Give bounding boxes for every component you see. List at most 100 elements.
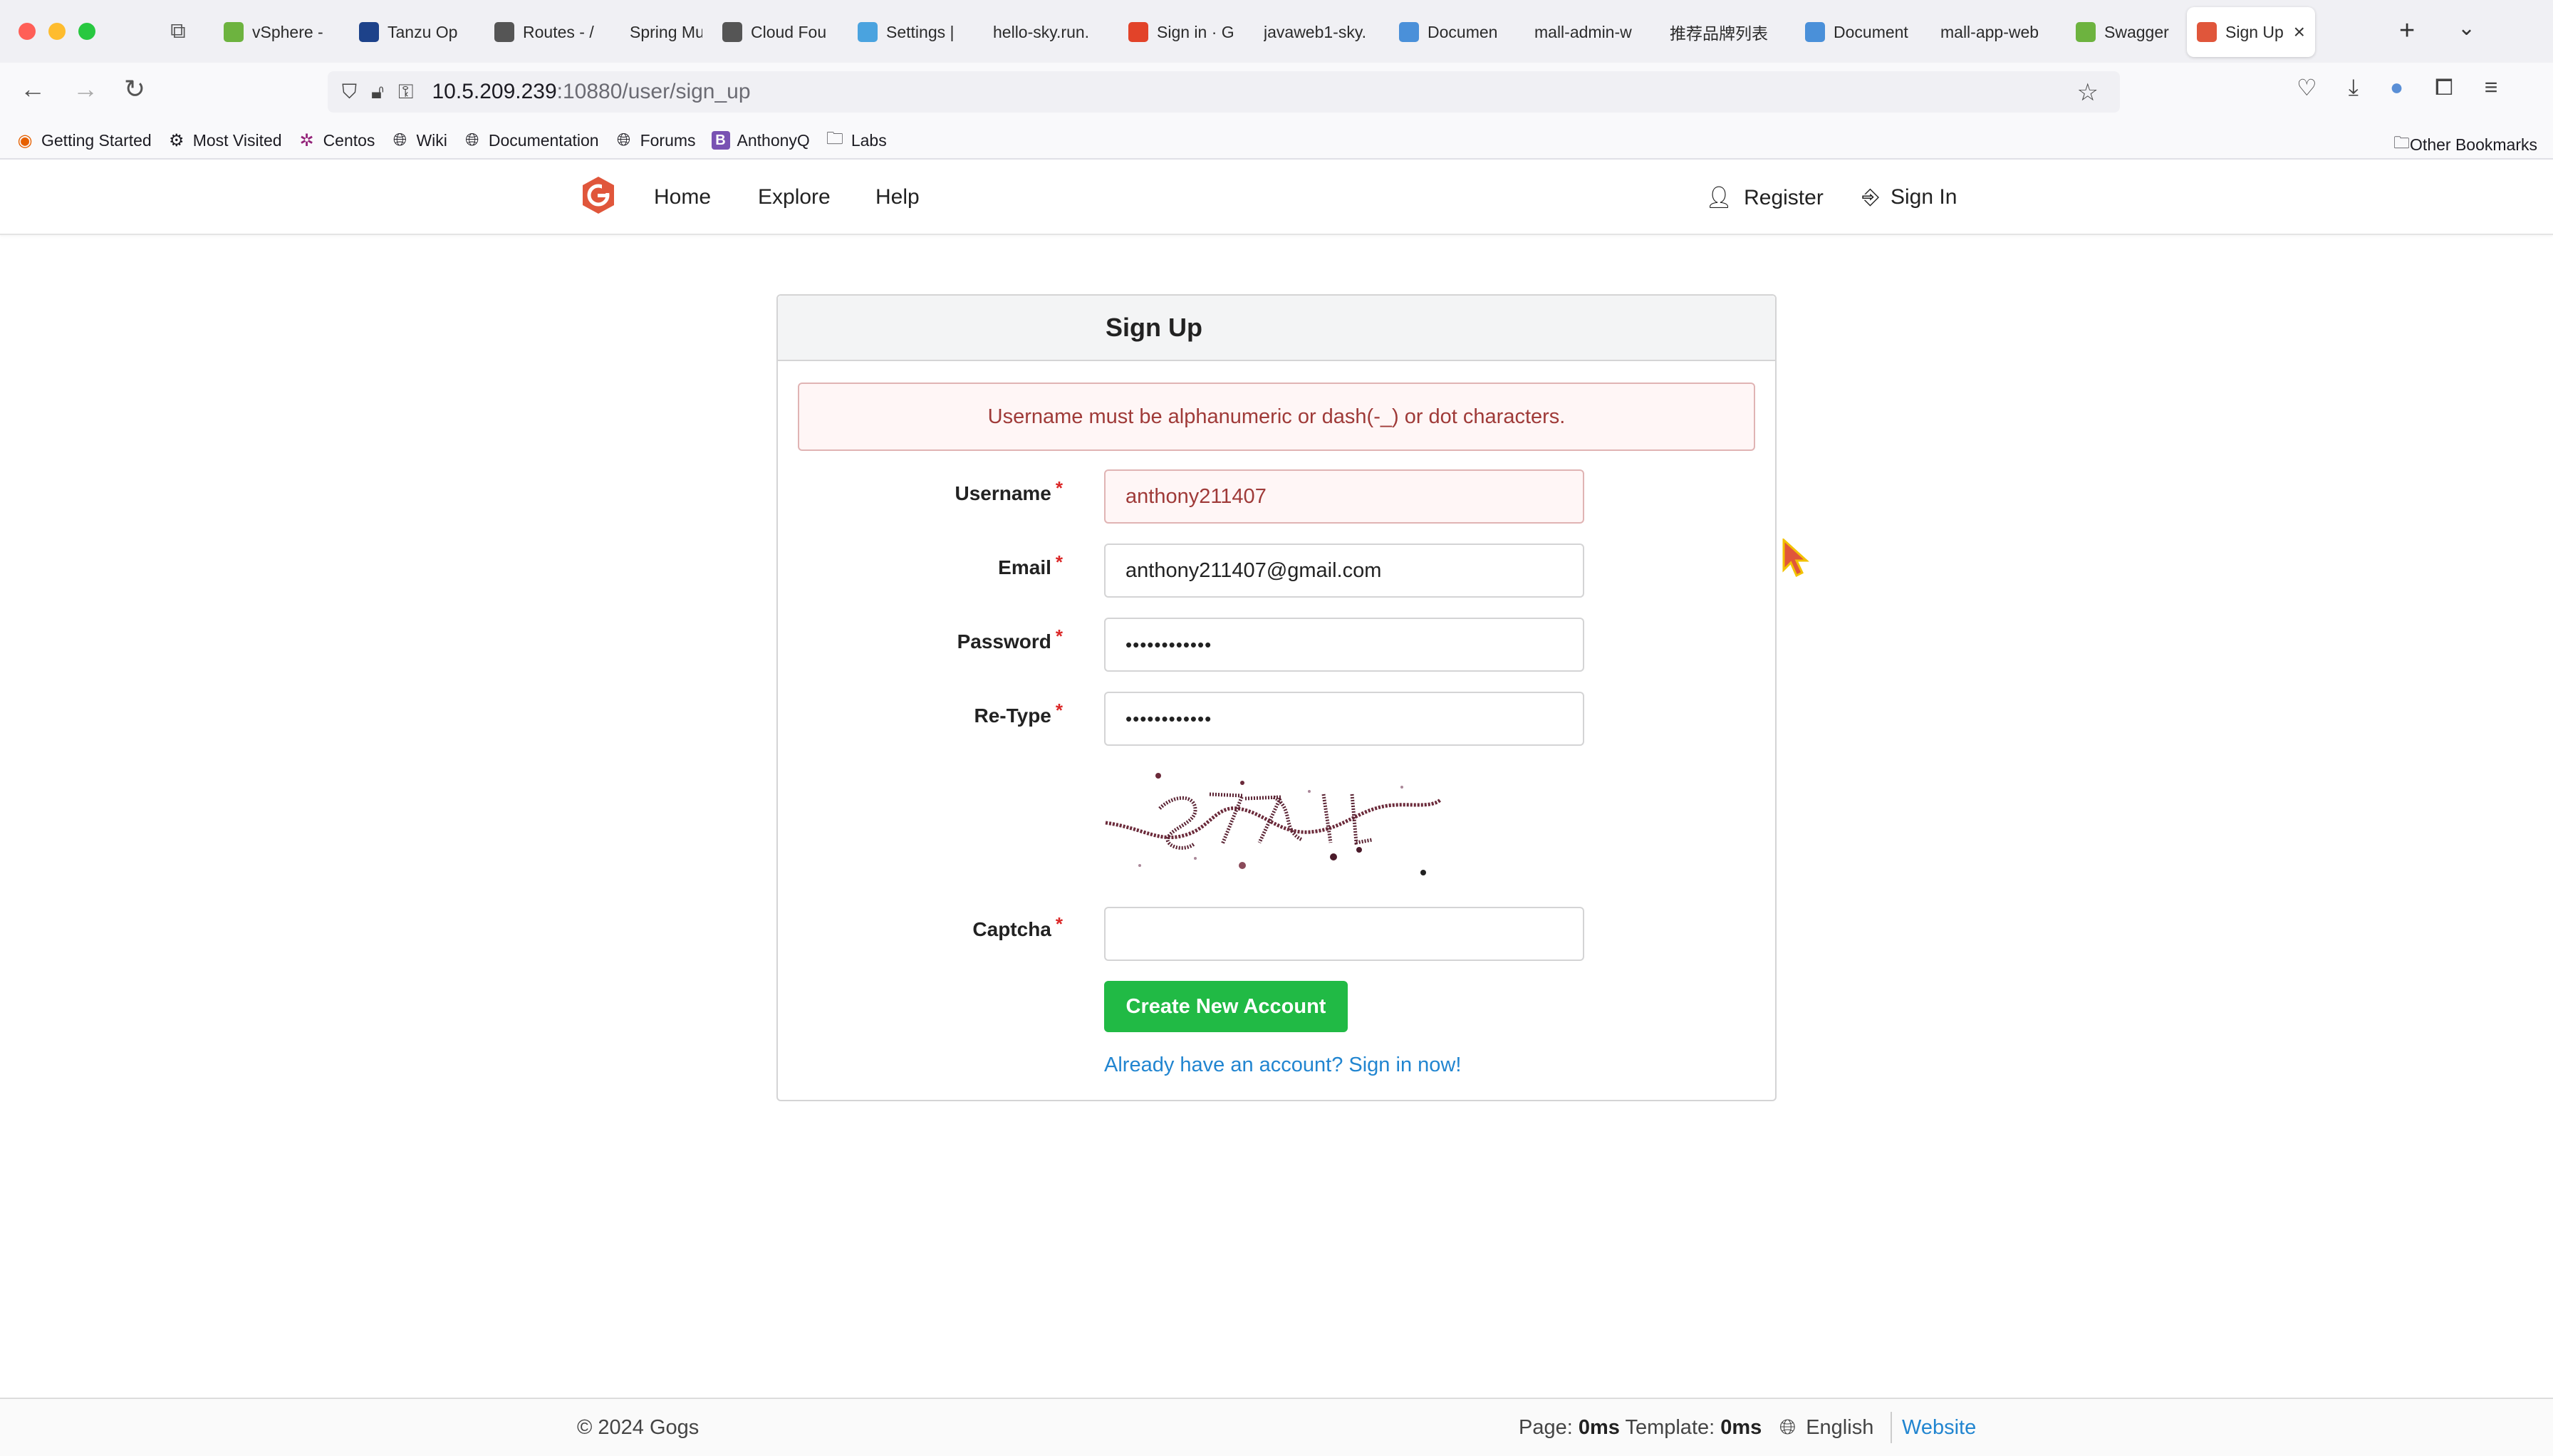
back-icon[interactable]: ← — [20, 74, 46, 104]
browser-tab[interactable]: Spring Music — [620, 7, 712, 57]
browser-tab[interactable]: 推荐品牌列表 — [1660, 7, 1795, 57]
tab-tray-icon[interactable]: ⧉ — [165, 20, 191, 43]
register-label: Register — [1744, 186, 1824, 209]
tab-title: Settings | — [886, 22, 955, 41]
shield-icon[interactable]: ⛉ — [342, 80, 357, 104]
language-selector[interactable]: 🌐︎ English — [1779, 1416, 1873, 1440]
tab-favicon-icon — [1128, 22, 1148, 42]
captcha-input[interactable] — [1104, 907, 1584, 961]
browser-tab[interactable]: Documen — [1389, 7, 1524, 57]
create-account-button[interactable]: Create New Account — [1104, 981, 1348, 1032]
user-icon: 👤︎ — [1705, 186, 1733, 209]
browser-tab[interactable]: mall-app-web — [1930, 7, 2066, 57]
signin-label: Sign In — [1891, 185, 1957, 209]
minimize-window-button[interactable] — [48, 23, 66, 40]
tab-title: 推荐品牌列表 — [1670, 24, 1768, 43]
browser-tab[interactable]: Sign in · G — [1118, 7, 1254, 57]
register-link[interactable]: 👤︎ Register — [1705, 185, 1824, 210]
bookmark-item[interactable]: 🗀 Labs — [826, 129, 887, 150]
account-icon[interactable]: ● — [2390, 74, 2403, 101]
close-tab-icon[interactable]: × — [2294, 21, 2305, 43]
username-label: Username * — [955, 477, 1063, 504]
bookmark-item[interactable]: B AnthonyQ — [711, 131, 810, 150]
browser-tab[interactable]: vSphere - — [214, 7, 349, 57]
bookmark-item[interactable]: 🌐︎ Forums — [615, 130, 696, 150]
browser-tab[interactable]: mall-admin-w — [1524, 7, 1660, 57]
email-input[interactable]: anthony211407@gmail.com — [1104, 544, 1584, 598]
captcha-image[interactable] — [1103, 766, 1442, 887]
url-text[interactable]: 10.5.209.239:10880/user/sign_up — [432, 80, 750, 104]
signin-link[interactable]: ⎆ Sign In — [1862, 185, 1957, 209]
bookmark-star-icon[interactable]: ☆ — [2077, 78, 2099, 107]
globe-icon: 🌐︎ — [392, 130, 407, 150]
bookmark-item[interactable]: ◉ Getting Started — [16, 131, 152, 150]
nav-help[interactable]: Help — [875, 185, 920, 209]
bookmark-item[interactable]: ⚙ Most Visited — [167, 131, 282, 150]
maximize-window-button[interactable] — [78, 23, 95, 40]
gogs-logo-icon[interactable] — [578, 175, 618, 215]
pocket-icon[interactable]: ♡ — [2297, 74, 2317, 101]
menu-icon[interactable]: ≡ — [2485, 74, 2498, 101]
extensions-icon[interactable]: ⧠ — [2435, 74, 2453, 101]
list-all-tabs-button[interactable]: ⌄ — [2458, 16, 2475, 41]
site-header: Home Explore Help 👤︎ Register ⎆ Sign In — [0, 160, 2553, 235]
browser-tab[interactable]: Swagger — [2066, 7, 2187, 57]
tab-favicon-icon — [2076, 22, 2096, 42]
folder-icon: 🗀 — [2393, 133, 2411, 152]
tab-favicon-icon — [1805, 22, 1825, 42]
browser-tab[interactable]: Document — [1795, 7, 1930, 57]
nav-home[interactable]: Home — [654, 185, 711, 209]
website-link[interactable]: Website — [1902, 1416, 1976, 1440]
tab-title: Swagger — [2104, 22, 2169, 41]
tab-title: Spring Music — [630, 22, 702, 41]
email-label: Email * — [998, 551, 1063, 578]
bookmark-label: Most Visited — [192, 130, 282, 150]
browser-tab[interactable]: Sign Up × — [2187, 7, 2315, 57]
globe-icon: 🌐︎ — [616, 130, 631, 150]
forward-icon[interactable]: → — [73, 74, 98, 104]
bookmark-item[interactable]: 🌐︎ Wiki — [390, 130, 447, 150]
insecure-lock-icon[interactable]: 🔓︎ — [371, 80, 384, 104]
bootstrap-icon: B — [711, 131, 730, 150]
bookmark-label: Wiki — [416, 130, 447, 150]
reload-icon[interactable]: ↻ — [124, 74, 145, 104]
gear-icon: ⚙ — [168, 130, 184, 150]
bookmark-label: Getting Started — [41, 130, 152, 150]
tab-favicon-icon — [2197, 22, 2217, 42]
other-bookmarks[interactable]: 🗀 Other Bookmarks — [2393, 131, 2537, 159]
footer-divider — [1891, 1412, 1892, 1443]
language-label: English — [1806, 1416, 1874, 1439]
browser-tab[interactable]: Tanzu Op — [349, 7, 484, 57]
tab-title: Tanzu Op — [388, 22, 458, 41]
required-mark: * — [1055, 477, 1063, 499]
bookmark-item[interactable]: ✲ Centos — [298, 131, 375, 150]
tab-title: mall-app-web — [1940, 22, 2039, 41]
new-tab-button[interactable]: + — [2399, 16, 2415, 46]
browser-tab[interactable]: Settings | — [848, 7, 983, 57]
browser-tab[interactable]: Cloud Fou — [712, 7, 848, 57]
browser-tab[interactable]: Routes - / — [484, 7, 620, 57]
retype-password-input[interactable]: •••••••••••• — [1104, 692, 1584, 746]
close-window-button[interactable] — [19, 23, 36, 40]
browser-tab[interactable]: javaweb1-sky. — [1254, 7, 1389, 57]
signin-now-link[interactable]: Already have an account? Sign in now! — [1104, 1054, 1461, 1077]
key-icon[interactable]: ⚿ — [398, 80, 413, 104]
required-mark: * — [1055, 700, 1063, 721]
required-mark: * — [1055, 913, 1063, 935]
globe-icon: 🌐︎ — [1779, 1416, 1797, 1439]
error-message: Username must be alphanumeric or dash(-_… — [798, 383, 1755, 451]
address-bar[interactable]: ⛉ 🔓︎ ⚿ 10.5.209.239:10880/user/sign_up ☆ — [328, 71, 2120, 113]
nav-explore[interactable]: Explore — [758, 185, 831, 209]
site-footer: © 2024 Gogs Page: 0ms Template: 0ms 🌐︎ En… — [0, 1398, 2553, 1456]
browser-tab[interactable]: hello-sky.run. — [983, 7, 1118, 57]
tab-favicon-icon — [494, 22, 514, 42]
captcha-label: Captcha * — [972, 913, 1063, 940]
tab-favicon-icon — [858, 22, 878, 42]
bookmark-item[interactable]: 🌐︎ Documentation — [463, 130, 598, 150]
downloads-icon[interactable]: ⤓ — [2349, 74, 2359, 101]
username-input[interactable]: anthony211407 — [1104, 469, 1584, 524]
tab-favicon-icon — [722, 22, 742, 42]
tab-title: Cloud Fou — [751, 22, 827, 41]
password-input[interactable]: •••••••••••• — [1104, 618, 1584, 672]
mouse-cursor-icon — [1782, 539, 1809, 578]
